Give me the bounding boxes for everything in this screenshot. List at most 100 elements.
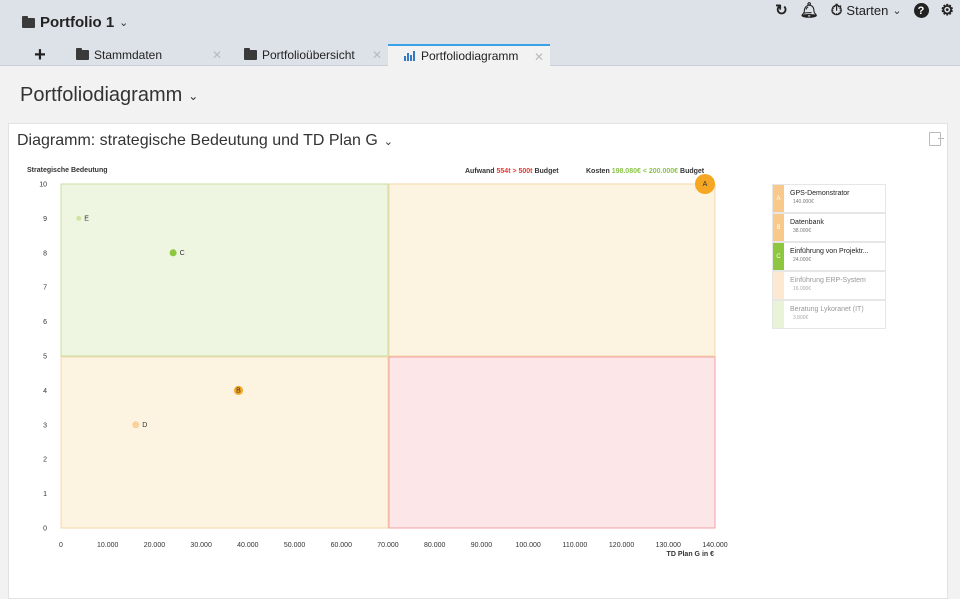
legend-value: 16.000€ bbox=[793, 286, 812, 292]
y-tick-label: 1 bbox=[43, 491, 47, 498]
data-point-label: E bbox=[84, 215, 89, 222]
y-tick-label: 9 bbox=[43, 216, 47, 223]
x-tick-label: 30.000 bbox=[190, 542, 212, 549]
data-point-label: A bbox=[703, 181, 708, 188]
y-axis-title: Strategische Bedeutung bbox=[27, 167, 108, 174]
legend-swatch: A bbox=[773, 185, 784, 212]
gear-icon[interactable]: ⚙ bbox=[941, 3, 954, 18]
x-tick-label: 130.000 bbox=[656, 542, 681, 549]
bell-icon[interactable]: 🔔︎ bbox=[800, 3, 819, 18]
starten-button[interactable]: ⏱︎ Starten ⌄ bbox=[831, 3, 902, 18]
kosten-suffix: Budget bbox=[680, 168, 705, 175]
legend-item[interactable]: B Datenbank 38.000€ bbox=[772, 213, 886, 242]
x-tick-label: 140.000 bbox=[702, 542, 727, 549]
tab-portfoliodiagramm[interactable]: Portfoliodiagramm ✕ bbox=[388, 44, 550, 66]
legend-value: 38.000€ bbox=[793, 228, 812, 234]
y-tick-label: 10 bbox=[39, 182, 47, 189]
data-point[interactable]: A bbox=[695, 174, 715, 194]
x-tick-label: 0 bbox=[59, 542, 63, 549]
data-point[interactable]: B bbox=[234, 385, 244, 395]
x-tick-label: 10.000 bbox=[97, 542, 119, 549]
legend-value: 24.000€ bbox=[793, 257, 812, 263]
portfolio-title: Portfolio 1 bbox=[40, 14, 115, 31]
x-tick-label: 90.000 bbox=[471, 542, 493, 549]
x-tick-label: 40.000 bbox=[237, 542, 259, 549]
x-tick-label: 110.000 bbox=[562, 542, 587, 549]
data-point-label: B bbox=[236, 387, 241, 394]
tab-label: Stammdaten bbox=[94, 48, 163, 62]
quadrant-bottom-right bbox=[388, 356, 716, 529]
legend-item[interactable]: Beratung Lykoranet (IT) 3.800€ bbox=[772, 300, 886, 329]
y-tick-label: 6 bbox=[43, 319, 47, 326]
data-point-marker[interactable] bbox=[169, 249, 177, 257]
chart-card: Diagramm: strategische Bedeutung und TD … bbox=[8, 123, 948, 599]
page-title-dropdown[interactable]: Portfoliodiagramm ⌄ bbox=[20, 84, 198, 107]
starten-label: Starten bbox=[846, 3, 889, 18]
close-icon[interactable]: ✕ bbox=[534, 50, 544, 64]
add-tab-button[interactable]: + bbox=[20, 44, 60, 66]
chart-icon bbox=[404, 51, 416, 61]
legend-name: Datenbank bbox=[790, 219, 824, 226]
folder-icon bbox=[76, 48, 89, 60]
chevron-down-icon: ⌄ bbox=[892, 5, 902, 17]
legend-name: Einführung von Projektr... bbox=[790, 248, 869, 255]
refresh-icon[interactable]: ↻ bbox=[775, 3, 788, 18]
tab-label: Portfoliodiagramm bbox=[421, 49, 519, 63]
aufwand-value: 554t > 500t bbox=[497, 168, 534, 175]
y-tick-label: 3 bbox=[43, 422, 47, 429]
legend-swatch: C bbox=[773, 243, 784, 270]
y-tick-label: 0 bbox=[43, 526, 47, 533]
tab-stammdaten[interactable]: Stammdaten ✕ bbox=[60, 44, 228, 66]
y-tick-label: 8 bbox=[43, 250, 47, 257]
y-tick-label: 4 bbox=[43, 388, 47, 395]
export-icon[interactable] bbox=[929, 132, 944, 146]
quadrant-top-left bbox=[60, 183, 389, 357]
legend-item[interactable]: A GPS-Demonstrator 140.000€ bbox=[772, 184, 886, 213]
close-icon[interactable]: ✕ bbox=[212, 48, 222, 62]
x-tick-label: 100.000 bbox=[515, 542, 540, 549]
x-tick-label: 80.000 bbox=[424, 542, 446, 549]
quadrant-bottom-left bbox=[60, 356, 389, 529]
kosten-value: 198.080€ < 200.000€ bbox=[612, 168, 678, 175]
x-tick-label: 60.000 bbox=[331, 542, 353, 549]
aufwand-label: Aufwand bbox=[465, 168, 495, 175]
legend-item[interactable]: Einführung ERP-System 16.000€ bbox=[772, 271, 886, 300]
x-tick-label: 70.000 bbox=[377, 542, 399, 549]
legend-value: 3.800€ bbox=[793, 315, 809, 321]
page-title: Portfoliodiagramm bbox=[20, 84, 183, 106]
portfolio-selector[interactable]: Portfolio 1 ⌄ bbox=[22, 14, 128, 31]
close-icon[interactable]: ✕ bbox=[372, 48, 382, 62]
kosten-label: Kosten bbox=[586, 168, 610, 175]
folder-icon bbox=[244, 48, 257, 60]
portfolio-chart: 0 1 2 3 4 5 6 7 8 9 10 0 10.000 20.000 30.000 40.000 50… bbox=[27, 167, 728, 558]
folder-icon bbox=[22, 15, 35, 28]
budget-aufwand: Aufwand 554t > 500t Budget bbox=[465, 168, 559, 175]
legend-name: GPS-Demonstrator bbox=[790, 190, 850, 197]
data-point-marker[interactable] bbox=[132, 421, 140, 429]
y-tick-label: 7 bbox=[43, 285, 47, 292]
x-tick-label: 120.000 bbox=[609, 542, 634, 549]
data-point-label: C bbox=[180, 250, 185, 257]
chart-legend: A GPS-Demonstrator 140.000€ B Datenbank 38.00… bbox=[772, 184, 886, 329]
help-icon[interactable]: ? bbox=[913, 3, 929, 18]
legend-name: Beratung Lykoranet (IT) bbox=[790, 306, 864, 313]
x-tick-label: 20.000 bbox=[144, 542, 166, 549]
tab-bar: + Stammdaten ✕ Portfolioübersicht ✕ Port… bbox=[20, 44, 550, 66]
tab-portfoliouebersicht[interactable]: Portfolioübersicht ✕ bbox=[228, 44, 388, 66]
x-tick-label: 50.000 bbox=[284, 542, 306, 549]
top-bar: Portfolio 1 ⌄ ↻ 🔔︎ ⏱︎ Starten ⌄ ? ⚙ + St… bbox=[0, 0, 960, 66]
legend-item[interactable]: C Einführung von Projektr... 24.000€ bbox=[772, 242, 886, 271]
stopwatch-icon: ⏱︎ bbox=[830, 2, 843, 19]
chevron-down-icon: ⌄ bbox=[119, 17, 129, 29]
data-point-marker[interactable] bbox=[76, 215, 82, 221]
legend-swatch: B bbox=[773, 214, 784, 241]
aufwand-suffix: Budget bbox=[534, 168, 559, 175]
legend-name: Einführung ERP-System bbox=[790, 277, 866, 284]
header-actions: ↻ 🔔︎ ⏱︎ Starten ⌄ ? ⚙ bbox=[775, 3, 954, 18]
tab-label: Portfolioübersicht bbox=[262, 48, 355, 62]
data-point-label: D bbox=[142, 422, 147, 429]
quadrant-top-right bbox=[388, 183, 716, 357]
budget-kosten: Kosten 198.080€ < 200.000€ Budget bbox=[586, 168, 705, 175]
x-axis-title: TD Plan G in € bbox=[667, 551, 715, 558]
y-tick-label: 2 bbox=[43, 457, 47, 464]
